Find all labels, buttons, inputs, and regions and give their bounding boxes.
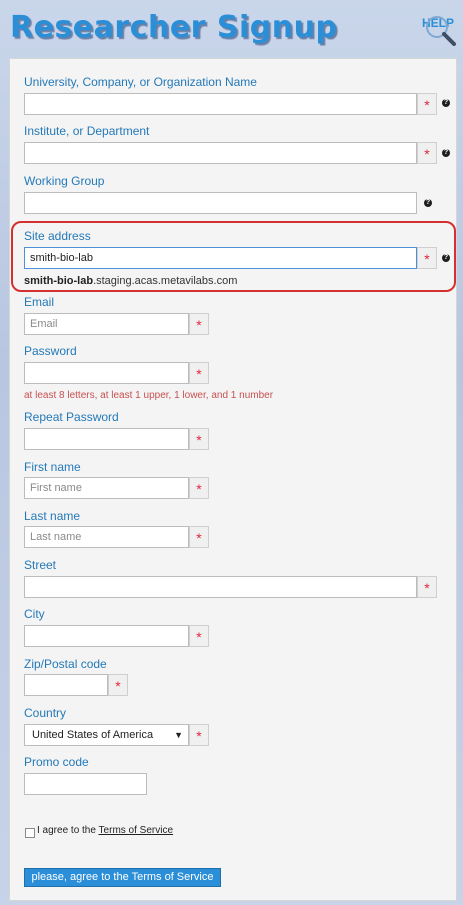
repeat-password-input[interactable] [24, 428, 189, 450]
repeat-password-label: Repeat Password [24, 410, 119, 424]
password-required-icon: * [189, 362, 209, 384]
page-title: Researcher Signup [10, 10, 338, 45]
repeat-password-required-icon: * [189, 428, 209, 450]
working-group-info-icon[interactable]: ? [424, 199, 432, 207]
working-group-input[interactable] [24, 192, 417, 214]
country-label: Country [24, 706, 67, 720]
email-input[interactable]: Email [24, 313, 189, 335]
site-address-required-icon: * [417, 247, 437, 269]
institute-required-icon: * [417, 142, 437, 164]
country-selected-value: United States of America [32, 729, 154, 741]
site-domain-suffix: .staging.acas.metavilabs.com [93, 275, 238, 287]
password-input[interactable] [24, 362, 189, 384]
first-name-label: First name [24, 460, 81, 474]
zip-input[interactable] [24, 674, 108, 696]
site-address-label: Site address [24, 229, 91, 243]
organization-required-icon: * [417, 93, 437, 115]
street-input[interactable] [24, 576, 417, 598]
first-name-required-icon: * [189, 477, 209, 499]
last-name-required-icon: * [189, 526, 209, 548]
country-required-icon: * [189, 724, 209, 746]
help-button[interactable]: HELP [422, 14, 458, 46]
street-required-icon: * [417, 576, 437, 598]
institute-input[interactable] [24, 142, 417, 164]
organization-label: University, Company, or Organization Nam… [24, 75, 257, 89]
chevron-down-icon: ▼ [174, 730, 183, 740]
last-name-input[interactable]: Last name [24, 526, 189, 548]
institute-info-icon[interactable]: ? [442, 149, 450, 157]
street-label: Street [24, 558, 57, 572]
last-name-label: Last name [24, 509, 81, 523]
site-address-info-icon[interactable]: ? [442, 254, 450, 262]
first-name-input[interactable]: First name [24, 477, 189, 499]
institute-label: Institute, or Department [24, 124, 150, 138]
working-group-label: Working Group [24, 174, 105, 188]
promo-code-input[interactable] [24, 773, 147, 795]
terms-prefix: I agree to the [37, 825, 96, 836]
city-label: City [24, 607, 45, 621]
zip-label: Zip/Postal code [24, 657, 107, 671]
promo-code-label: Promo code [24, 755, 89, 769]
site-subdomain: smith-bio-lab [24, 275, 94, 287]
organization-info-icon[interactable]: ? [442, 99, 450, 107]
site-address-preview: smith-bio-lab.staging.acas.metavilabs.co… [24, 275, 237, 287]
terms-checkbox[interactable] [25, 828, 35, 838]
terms-link[interactable]: Terms of Service [99, 825, 173, 836]
city-input[interactable] [24, 625, 189, 647]
organization-input[interactable] [24, 93, 417, 115]
city-required-icon: * [189, 625, 209, 647]
zip-required-icon: * [108, 674, 128, 696]
terms-text: I agree to the Terms of Service [37, 825, 173, 836]
country-select[interactable]: United States of America ▼ [24, 724, 189, 746]
submit-button[interactable]: please, agree to the Terms of Service [24, 868, 221, 887]
magnifier-icon [426, 16, 456, 46]
password-hint: at least 8 letters, at least 1 upper, 1 … [24, 390, 274, 401]
site-address-input[interactable]: smith-bio-lab [24, 247, 417, 269]
password-label: Password [24, 344, 77, 358]
email-required-icon: * [189, 313, 209, 335]
email-label: Email [24, 295, 55, 309]
